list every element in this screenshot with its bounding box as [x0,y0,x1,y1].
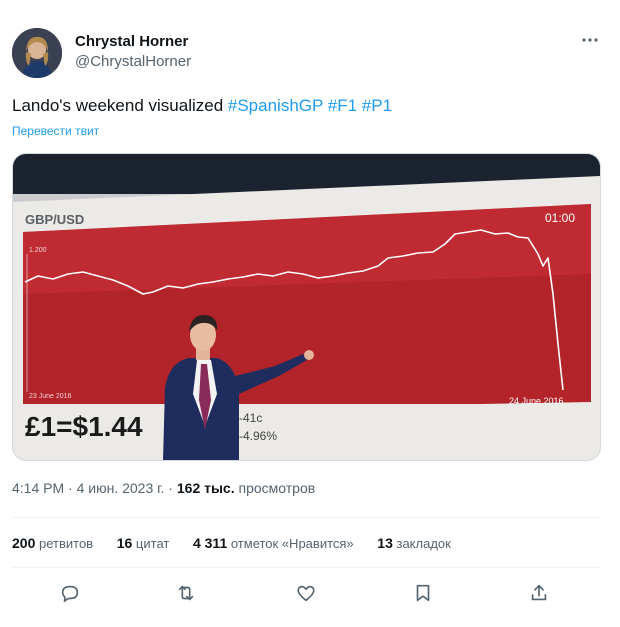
tweet-text-body: Lando's weekend visualized [12,96,228,115]
like-icon[interactable] [293,580,319,606]
author-display-name[interactable]: Chrystal Horner [75,33,188,50]
more-icon[interactable] [580,33,600,47]
action-bar [0,580,620,610]
change-readout: -41c [239,411,262,425]
bookmarks-label: закладок [396,536,451,551]
views-label: просмотров [238,480,316,496]
quotes-label: цитат [135,536,170,551]
retweet-icon[interactable] [173,580,199,606]
quotes-stat[interactable]: 16 цитат [117,535,170,551]
hashtag-link[interactable]: #SpanishGP [228,96,323,115]
tweet-timestamp[interactable]: 4:14 PM · 4 июн. 2023 г. · 162 тыс. прос… [12,480,315,496]
bookmarks-count: 13 [377,535,393,551]
retweets-count: 200 [12,535,36,551]
meta-separator: · [164,480,177,496]
chart-time-label: 01:00 [545,211,575,225]
translate-link[interactable]: Перевести твит [12,124,99,138]
tweet-time: 4:14 PM [12,480,65,496]
meta-separator: · [64,480,77,496]
reply-icon[interactable] [57,580,83,606]
hashtag-link[interactable]: #F1 [328,96,357,115]
exchange-rate-readout: £1=$1.44 [25,411,143,442]
likes-count: 4 311 [192,535,228,551]
bookmarks-stat[interactable]: 13 закладок [377,535,451,551]
hashtag-link[interactable]: #P1 [362,96,392,115]
retweets-stat[interactable]: 200 ретвитов [12,535,93,551]
divider [12,567,599,568]
share-icon[interactable] [526,580,552,606]
tweet-media-image[interactable]: GBP/USD 01:00 1.200 23 June 2016 24 June… [12,153,601,461]
bookmark-icon[interactable] [410,580,436,606]
tweet-date: 4 июн. 2023 г. [76,480,165,496]
chart-start-date: 23 June 2016 [29,393,72,400]
engagement-stats: 200 ретвитов 16 цитат 4 311 отметок «Нра… [12,535,471,551]
author-handle[interactable]: @ChrystalHorner [75,53,191,70]
tweet-text: Lando's weekend visualized #SpanishGP #F… [12,96,392,116]
avatar[interactable] [12,28,62,78]
quotes-count: 16 [116,535,133,551]
chart-y-tick: 1.200 [29,247,47,254]
tweet-card: Chrystal Horner @ChrystalHorner Lando's … [0,0,620,627]
likes-stat[interactable]: 4 311 отметок «Нравится» [193,535,354,551]
divider [12,517,599,518]
likes-label: отметок «Нравится» [230,536,354,551]
retweets-label: ретвитов [38,536,94,551]
percent-readout: -4.96% [239,429,277,443]
chart-title: GBP/USD [25,212,84,227]
views-count: 162 тыс. [176,480,235,496]
